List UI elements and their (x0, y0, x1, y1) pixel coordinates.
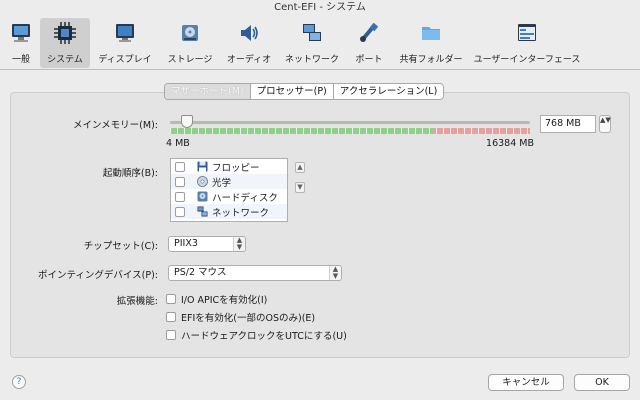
toolbar-item-audio[interactable]: オーディオ (222, 18, 276, 68)
toolbar-label: ユーザーインターフェース (473, 55, 581, 65)
toolbar-item-network[interactable]: ネットワーク (282, 18, 342, 68)
chevron-updown-icon: ▲ ▼ (233, 237, 245, 251)
ui-window-icon (514, 20, 540, 46)
chipset-select[interactable]: PIIX3 ▲ ▼ (168, 236, 246, 252)
ok-button[interactable]: OK (574, 374, 630, 391)
tab-acceleration[interactable]: アクセラレーション(L) (334, 84, 444, 99)
boot-order-list: フロッピー 光学 ハードディスク ネットワーク (170, 158, 288, 222)
boot-item-hard-disk[interactable]: ハードディスク (171, 189, 287, 204)
hard-disk-icon (197, 191, 208, 202)
pointing-device-value: PS/2 マウス (174, 267, 227, 278)
boot-checkbox[interactable] (175, 206, 185, 217)
boot-order-label: 起動順序(B): (102, 168, 158, 179)
checkbox-box[interactable] (166, 312, 176, 322)
checkbox-label: EFIを有効化(一部のOSのみ)(E) (181, 313, 316, 324)
tab-motherboard[interactable]: マザーボード(M) (165, 84, 251, 99)
network-icon (197, 206, 208, 217)
memory-max-label: 16384 MB (486, 138, 534, 149)
boot-item-label: ハードディスク (212, 192, 278, 204)
utc-clock-checkbox[interactable]: ハードウェアクロックをUTCにする(U) (166, 328, 347, 342)
toolbar-label: ポート (355, 55, 383, 65)
settings-toolbar: 一般 システム ディスプレイ ストレージ オーディオ ネットワーク ポート 共有… (0, 16, 640, 70)
tab-processor[interactable]: プロセッサー(P) (251, 84, 334, 99)
toolbar-label: 共有フォルダー (399, 55, 463, 65)
checkbox-box[interactable] (166, 330, 176, 340)
help-button[interactable]: ? (12, 375, 26, 389)
extended-features-label: 拡張機能: (116, 296, 158, 307)
boot-item-network[interactable]: ネットワーク (171, 204, 287, 219)
memory-slider-thumb[interactable] (180, 115, 193, 128)
memory-slider-track[interactable] (170, 121, 530, 124)
toolbar-item-shared-folders[interactable]: 共有フォルダー (396, 18, 466, 68)
boot-item-floppy[interactable]: フロッピー (171, 159, 287, 174)
toolbar-label: システム (47, 55, 83, 65)
memory-input[interactable]: 768 MB (540, 115, 596, 133)
io-apic-checkbox[interactable]: I/O APICを有効化(I) (166, 292, 267, 306)
boot-item-label: 光学 (212, 177, 232, 189)
optical-disc-icon (197, 176, 208, 187)
cancel-button[interactable]: キャンセル (488, 374, 564, 391)
chevron-updown-icon: ▲ ▼ (329, 266, 341, 280)
toolbar-item-system[interactable]: システム (40, 18, 90, 68)
toolbar-item-user-interface[interactable]: ユーザーインターフェース (472, 18, 582, 68)
toolbar-label: ストレージ (167, 55, 213, 65)
pointing-device-label: ポインティングデバイス(P): (38, 270, 158, 281)
boot-checkbox[interactable] (175, 161, 185, 172)
chip-icon (52, 20, 78, 46)
boot-checkbox[interactable] (175, 176, 185, 187)
pointing-device-select[interactable]: PS/2 マウス ▲ ▼ (168, 265, 342, 281)
boot-item-label: ネットワーク (212, 207, 270, 219)
toolbar-label: ネットワーク (284, 55, 339, 65)
efi-checkbox[interactable]: EFIを有効化(一部のOSのみ)(E) (166, 310, 315, 324)
checkbox-label: ハードウェアクロックをUTCにする(U) (181, 331, 347, 342)
monitor-general-icon (8, 20, 34, 46)
port-icon (356, 20, 382, 46)
toolbar-label: オーディオ (226, 55, 272, 65)
toolbar-item-storage[interactable]: ストレージ (162, 18, 218, 68)
display-icon (112, 20, 138, 46)
chipset-value: PIIX3 (174, 238, 198, 249)
boot-move-up-button[interactable]: ▲ (295, 162, 305, 173)
memory-stepper[interactable]: ▲▼ (599, 115, 611, 133)
toolbar-item-display[interactable]: ディスプレイ (94, 18, 156, 68)
toolbar-item-general[interactable]: 一般 (4, 18, 38, 68)
toolbar-item-port[interactable]: ポート (348, 18, 390, 68)
toolbar-label: ディスプレイ (98, 55, 152, 65)
stepper-glyph: ▲▼ (600, 116, 611, 124)
speaker-icon (236, 20, 262, 46)
boot-item-optical[interactable]: 光学 (171, 174, 287, 189)
boot-move-down-button[interactable]: ▼ (295, 182, 305, 193)
folder-icon (418, 20, 444, 46)
system-tabs: マザーボード(M) プロセッサー(P) アクセラレーション(L) (164, 83, 445, 100)
memory-ticks (170, 128, 530, 134)
memory-label: メインメモリー(M): (72, 120, 158, 131)
chipset-label: チップセット(C): (83, 241, 158, 252)
toolbar-label: 一般 (11, 55, 30, 65)
network-icon (299, 20, 325, 46)
memory-min-label: 4 MB (166, 138, 190, 149)
checkbox-label: I/O APICを有効化(I) (181, 295, 268, 306)
floppy-icon (197, 161, 208, 172)
window-title: Cent-EFI - システム (274, 2, 366, 13)
boot-item-label: フロッピー (212, 162, 260, 174)
storage-icon (177, 20, 203, 46)
checkbox-box[interactable] (166, 294, 176, 304)
boot-checkbox[interactable] (175, 191, 185, 202)
